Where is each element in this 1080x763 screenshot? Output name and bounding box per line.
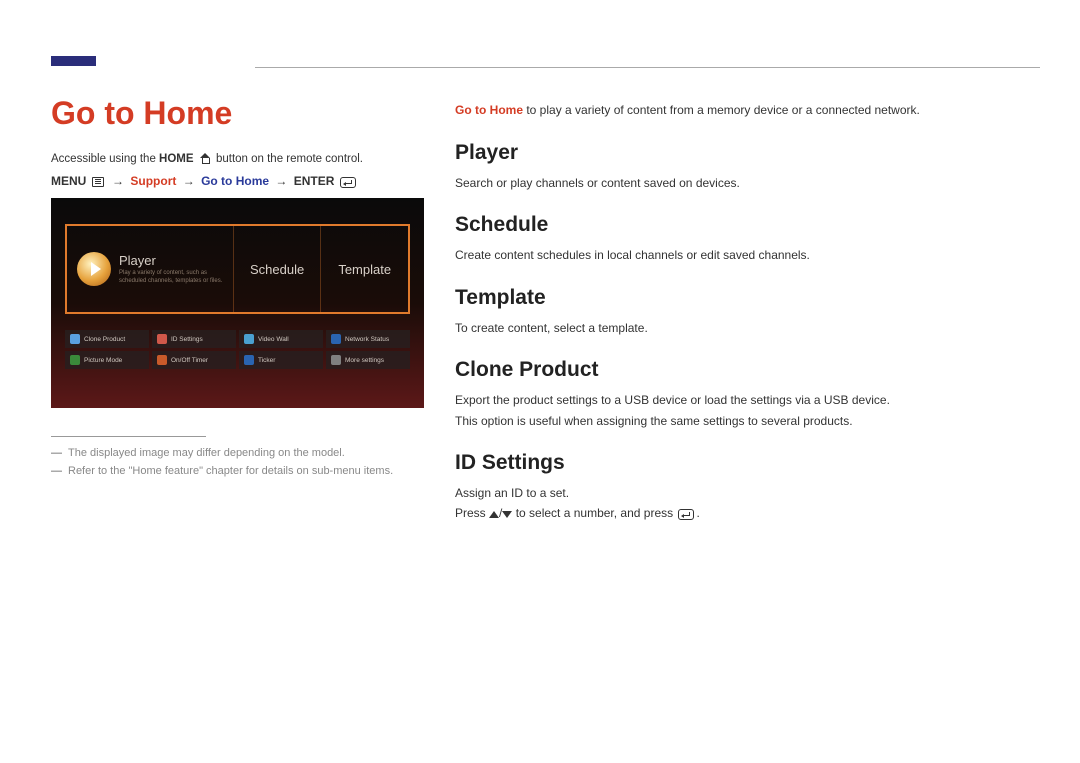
mini-item: Picture Mode (65, 351, 149, 369)
arrow-icon: → (275, 174, 287, 188)
mini-item: More settings (326, 351, 410, 369)
menu-icon (92, 177, 104, 187)
mini-item: Video Wall (239, 330, 323, 348)
bc-goto: Go to Home (201, 174, 269, 188)
mini-item: On/Off Timer (152, 351, 236, 369)
goto-rest: to play a variety of content from a memo… (523, 103, 920, 117)
clone-line2: This option is useful when assigning the… (455, 414, 853, 428)
bc-support: Support (130, 174, 176, 188)
section-heading-schedule: Schedule (455, 213, 1035, 237)
mini-icon (157, 355, 167, 365)
section-body-clone-product: Export the product settings to a USB dev… (455, 390, 1035, 431)
triangle-up-icon (489, 511, 499, 518)
clone-line1: Export the product settings to a USB dev… (455, 393, 890, 407)
mini-label: Clone Product (84, 336, 125, 343)
mini-icon (70, 355, 80, 365)
goto-label: Go to Home (455, 103, 523, 117)
mini-label: Network Status (345, 336, 389, 343)
triangle-down-icon (502, 511, 512, 518)
intro-suffix: button on the remote control. (216, 153, 363, 165)
bc-enter: ENTER (294, 174, 335, 188)
footnote-text: The displayed image may differ depending… (68, 447, 345, 459)
screenshot-tile-player: Player Play a variety of content, such a… (67, 226, 234, 312)
bc-menu: MENU (51, 174, 86, 188)
home-icon (199, 153, 211, 165)
section-heading-template: Template (455, 286, 1035, 310)
section-heading-clone-product: Clone Product (455, 358, 1035, 382)
footnote-text: Refer to the "Home feature" chapter for … (68, 465, 393, 477)
mini-label: More settings (345, 357, 384, 364)
section-heading-id-settings: ID Settings (455, 451, 1035, 475)
press-prefix: Press (455, 506, 489, 520)
section-heading-player: Player (455, 141, 1035, 165)
footnote: ― Refer to the "Home feature" chapter for… (51, 465, 436, 477)
enter-icon (340, 177, 356, 188)
screenshot-tile-schedule: Schedule (234, 226, 322, 312)
mini-label: Ticker (258, 357, 275, 364)
mini-label: Video Wall (258, 336, 289, 343)
mini-icon (244, 334, 254, 344)
enter-icon (678, 509, 694, 520)
home-screenshot: Player Play a variety of content, such a… (51, 198, 424, 408)
screenshot-tile-row: Player Play a variety of content, such a… (65, 224, 410, 314)
mini-item: Ticker (239, 351, 323, 369)
mini-label: On/Off Timer (171, 357, 208, 364)
mini-item: Clone Product (65, 330, 149, 348)
intro-home-word: HOME (159, 153, 194, 165)
mini-icon (331, 334, 341, 344)
dash-icon: ― (51, 465, 62, 477)
right-column: Go to Home to play a variety of content … (455, 95, 1035, 544)
dash-icon: ― (51, 447, 62, 459)
arrow-icon: → (112, 174, 124, 188)
mini-icon (331, 355, 341, 365)
mini-label: ID Settings (171, 336, 203, 343)
mini-label: Picture Mode (84, 357, 122, 364)
arrow-icon: → (183, 174, 195, 188)
section-body-schedule: Create content schedules in local channe… (455, 245, 1035, 265)
tile-player-label: Player (119, 254, 229, 268)
section-body-player: Search or play channels or content saved… (455, 173, 1035, 193)
footnote: ― The displayed image may differ dependin… (51, 447, 436, 459)
top-divider (255, 67, 1040, 68)
intro-text: Accessible using the HOME button on the … (51, 150, 436, 168)
section-body-template: To create content, select a template. (455, 318, 1035, 338)
press-mid: to select a number, and press (512, 506, 676, 520)
mini-icon (244, 355, 254, 365)
press-suffix: . (696, 506, 699, 520)
mini-icon (157, 334, 167, 344)
right-intro: Go to Home to play a variety of content … (455, 101, 1035, 119)
play-icon (77, 252, 111, 286)
section-body-id-settings: Assign an ID to a set. Press / to select… (455, 483, 1035, 524)
intro-prefix: Accessible using the (51, 153, 159, 165)
page-title: Go to Home (51, 95, 436, 132)
screenshot-tile-template: Template (321, 226, 408, 312)
breadcrumb: MENU → Support → Go to Home → ENTER (51, 174, 436, 188)
mini-item: ID Settings (152, 330, 236, 348)
footnote-divider (51, 436, 206, 437)
tile-player-sub: Play a variety of content, such as sched… (119, 270, 229, 284)
mini-item: Network Status (326, 330, 410, 348)
mini-icon (70, 334, 80, 344)
id-line1: Assign an ID to a set. (455, 486, 569, 500)
screenshot-mini-grid: Clone Product ID Settings Video Wall Net… (65, 330, 410, 369)
left-column: Go to Home Accessible using the HOME but… (51, 95, 436, 483)
accent-bar (51, 56, 96, 66)
